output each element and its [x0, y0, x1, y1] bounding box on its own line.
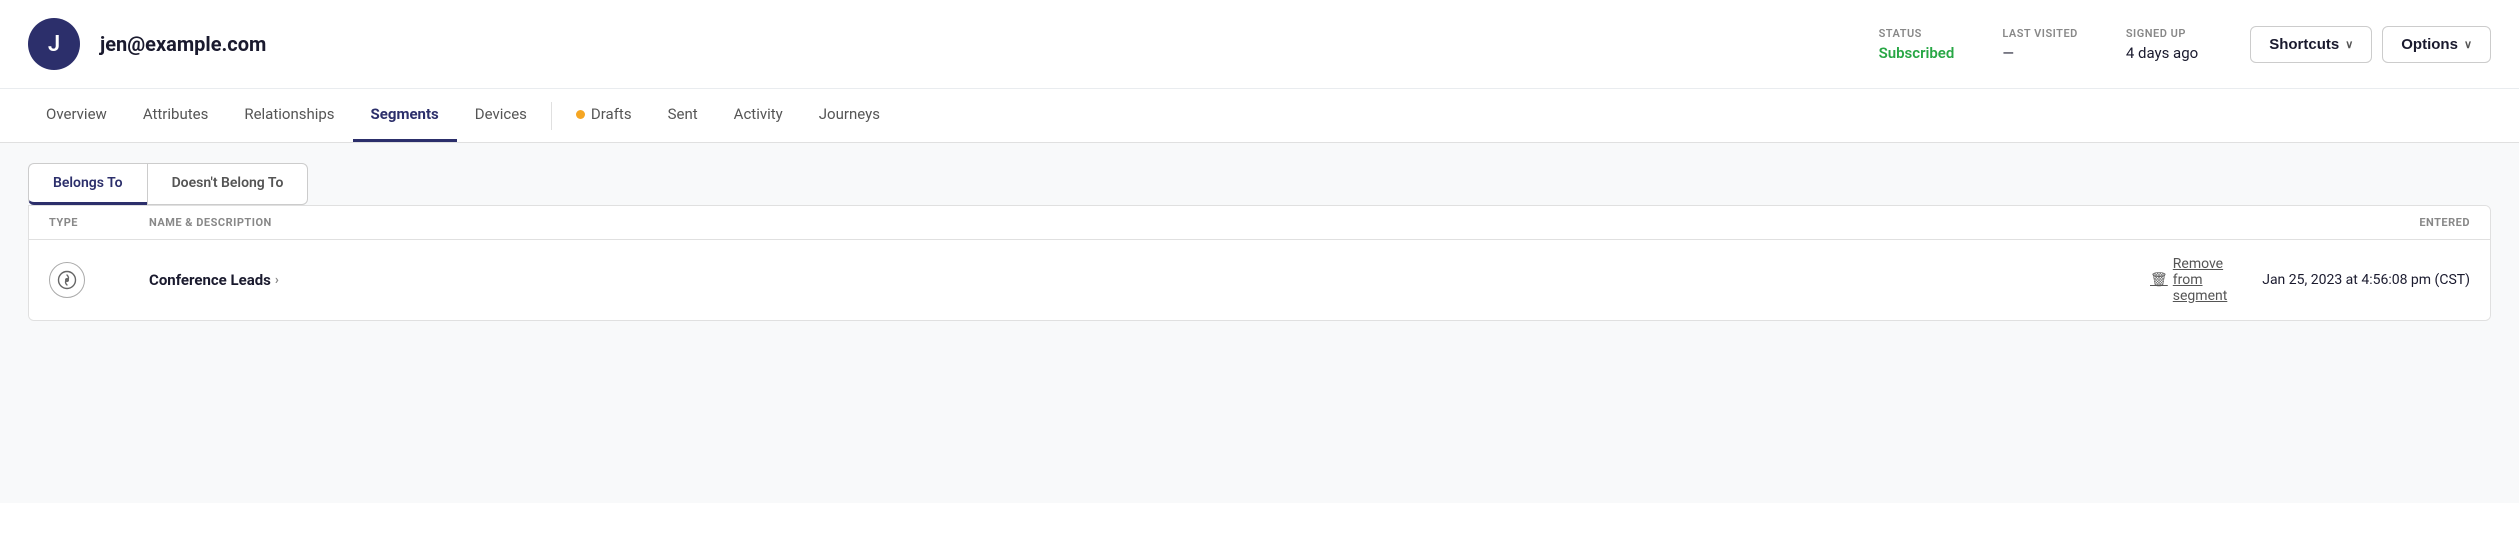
table-header: TYPE NAME & DESCRIPTION ENTERED: [29, 206, 2490, 240]
drafts-dot-icon: [576, 110, 585, 119]
status-block: STATUS Subscribed: [1879, 27, 1955, 62]
tab-journeys[interactable]: Journeys: [801, 89, 898, 142]
tab-activity[interactable]: Activity: [716, 89, 801, 142]
name-cell: Conference Leads ›: [149, 271, 2150, 289]
col-name: NAME & DESCRIPTION: [149, 216, 2150, 229]
type-cell: [49, 262, 149, 298]
user-email: jen@example.com: [100, 32, 266, 56]
header-actions: Shortcuts ∨ Options ∨: [2250, 26, 2491, 63]
table-row: Conference Leads › 🗑 Remove from segment…: [29, 240, 2490, 320]
content-area: Belongs To Doesn't Belong To TYPE NAME &…: [0, 143, 2519, 503]
tab-attributes[interactable]: Attributes: [125, 89, 227, 142]
tab-drafts[interactable]: Drafts: [558, 89, 650, 142]
options-chevron-icon: ∨: [2464, 38, 2472, 51]
status-label: STATUS: [1879, 27, 1922, 40]
remove-from-segment-button[interactable]: 🗑 Remove from segment: [2150, 256, 2246, 304]
entered-cell: 🗑 Remove from segment Jan 25, 2023 at 4:…: [2150, 256, 2470, 304]
status-value: Subscribed: [1879, 44, 1955, 62]
entered-date: Jan 25, 2023 at 4:56:08 pm (CST): [2262, 272, 2470, 288]
last-visited-value: —: [2002, 44, 2014, 62]
header: J jen@example.com STATUS Subscribed LAST…: [0, 0, 2519, 89]
nav-divider: [551, 102, 552, 130]
col-entered: ENTERED: [2150, 216, 2470, 229]
signed-up-block: SIGNED UP 4 days ago: [2126, 27, 2198, 62]
header-meta: STATUS Subscribed LAST VISITED — SIGNED …: [1879, 27, 2199, 62]
segment-type-icon: [49, 262, 85, 298]
shortcuts-chevron-icon: ∨: [2345, 38, 2353, 51]
tab-devices[interactable]: Devices: [457, 89, 545, 142]
signed-up-label: SIGNED UP: [2126, 27, 2186, 40]
avatar: J: [28, 18, 80, 70]
tab-relationships[interactable]: Relationships: [226, 89, 352, 142]
page-wrapper: J jen@example.com STATUS Subscribed LAST…: [0, 0, 2519, 542]
options-button[interactable]: Options ∨: [2382, 26, 2491, 63]
segment-name[interactable]: Conference Leads ›: [149, 271, 2150, 289]
segment-chevron-icon: ›: [275, 273, 279, 288]
tab-overview[interactable]: Overview: [28, 89, 125, 142]
sub-tab-doesnt-belong-to[interactable]: Doesn't Belong To: [147, 163, 309, 205]
trash-icon: 🗑: [2150, 272, 2168, 288]
col-type: TYPE: [49, 216, 149, 229]
signed-up-value: 4 days ago: [2126, 44, 2198, 62]
last-visited-label: LAST VISITED: [2002, 27, 2078, 40]
sub-tab-belongs-to[interactable]: Belongs To: [28, 163, 147, 205]
tab-segments[interactable]: Segments: [353, 89, 457, 142]
nav-tabs: Overview Attributes Relationships Segmen…: [0, 89, 2519, 143]
shortcuts-button[interactable]: Shortcuts ∨: [2250, 26, 2372, 63]
sub-tabs: Belongs To Doesn't Belong To: [28, 163, 2491, 205]
segments-table: TYPE NAME & DESCRIPTION ENTERED: [28, 205, 2491, 321]
last-visited-block: LAST VISITED —: [2002, 27, 2078, 62]
tab-sent[interactable]: Sent: [650, 89, 716, 142]
